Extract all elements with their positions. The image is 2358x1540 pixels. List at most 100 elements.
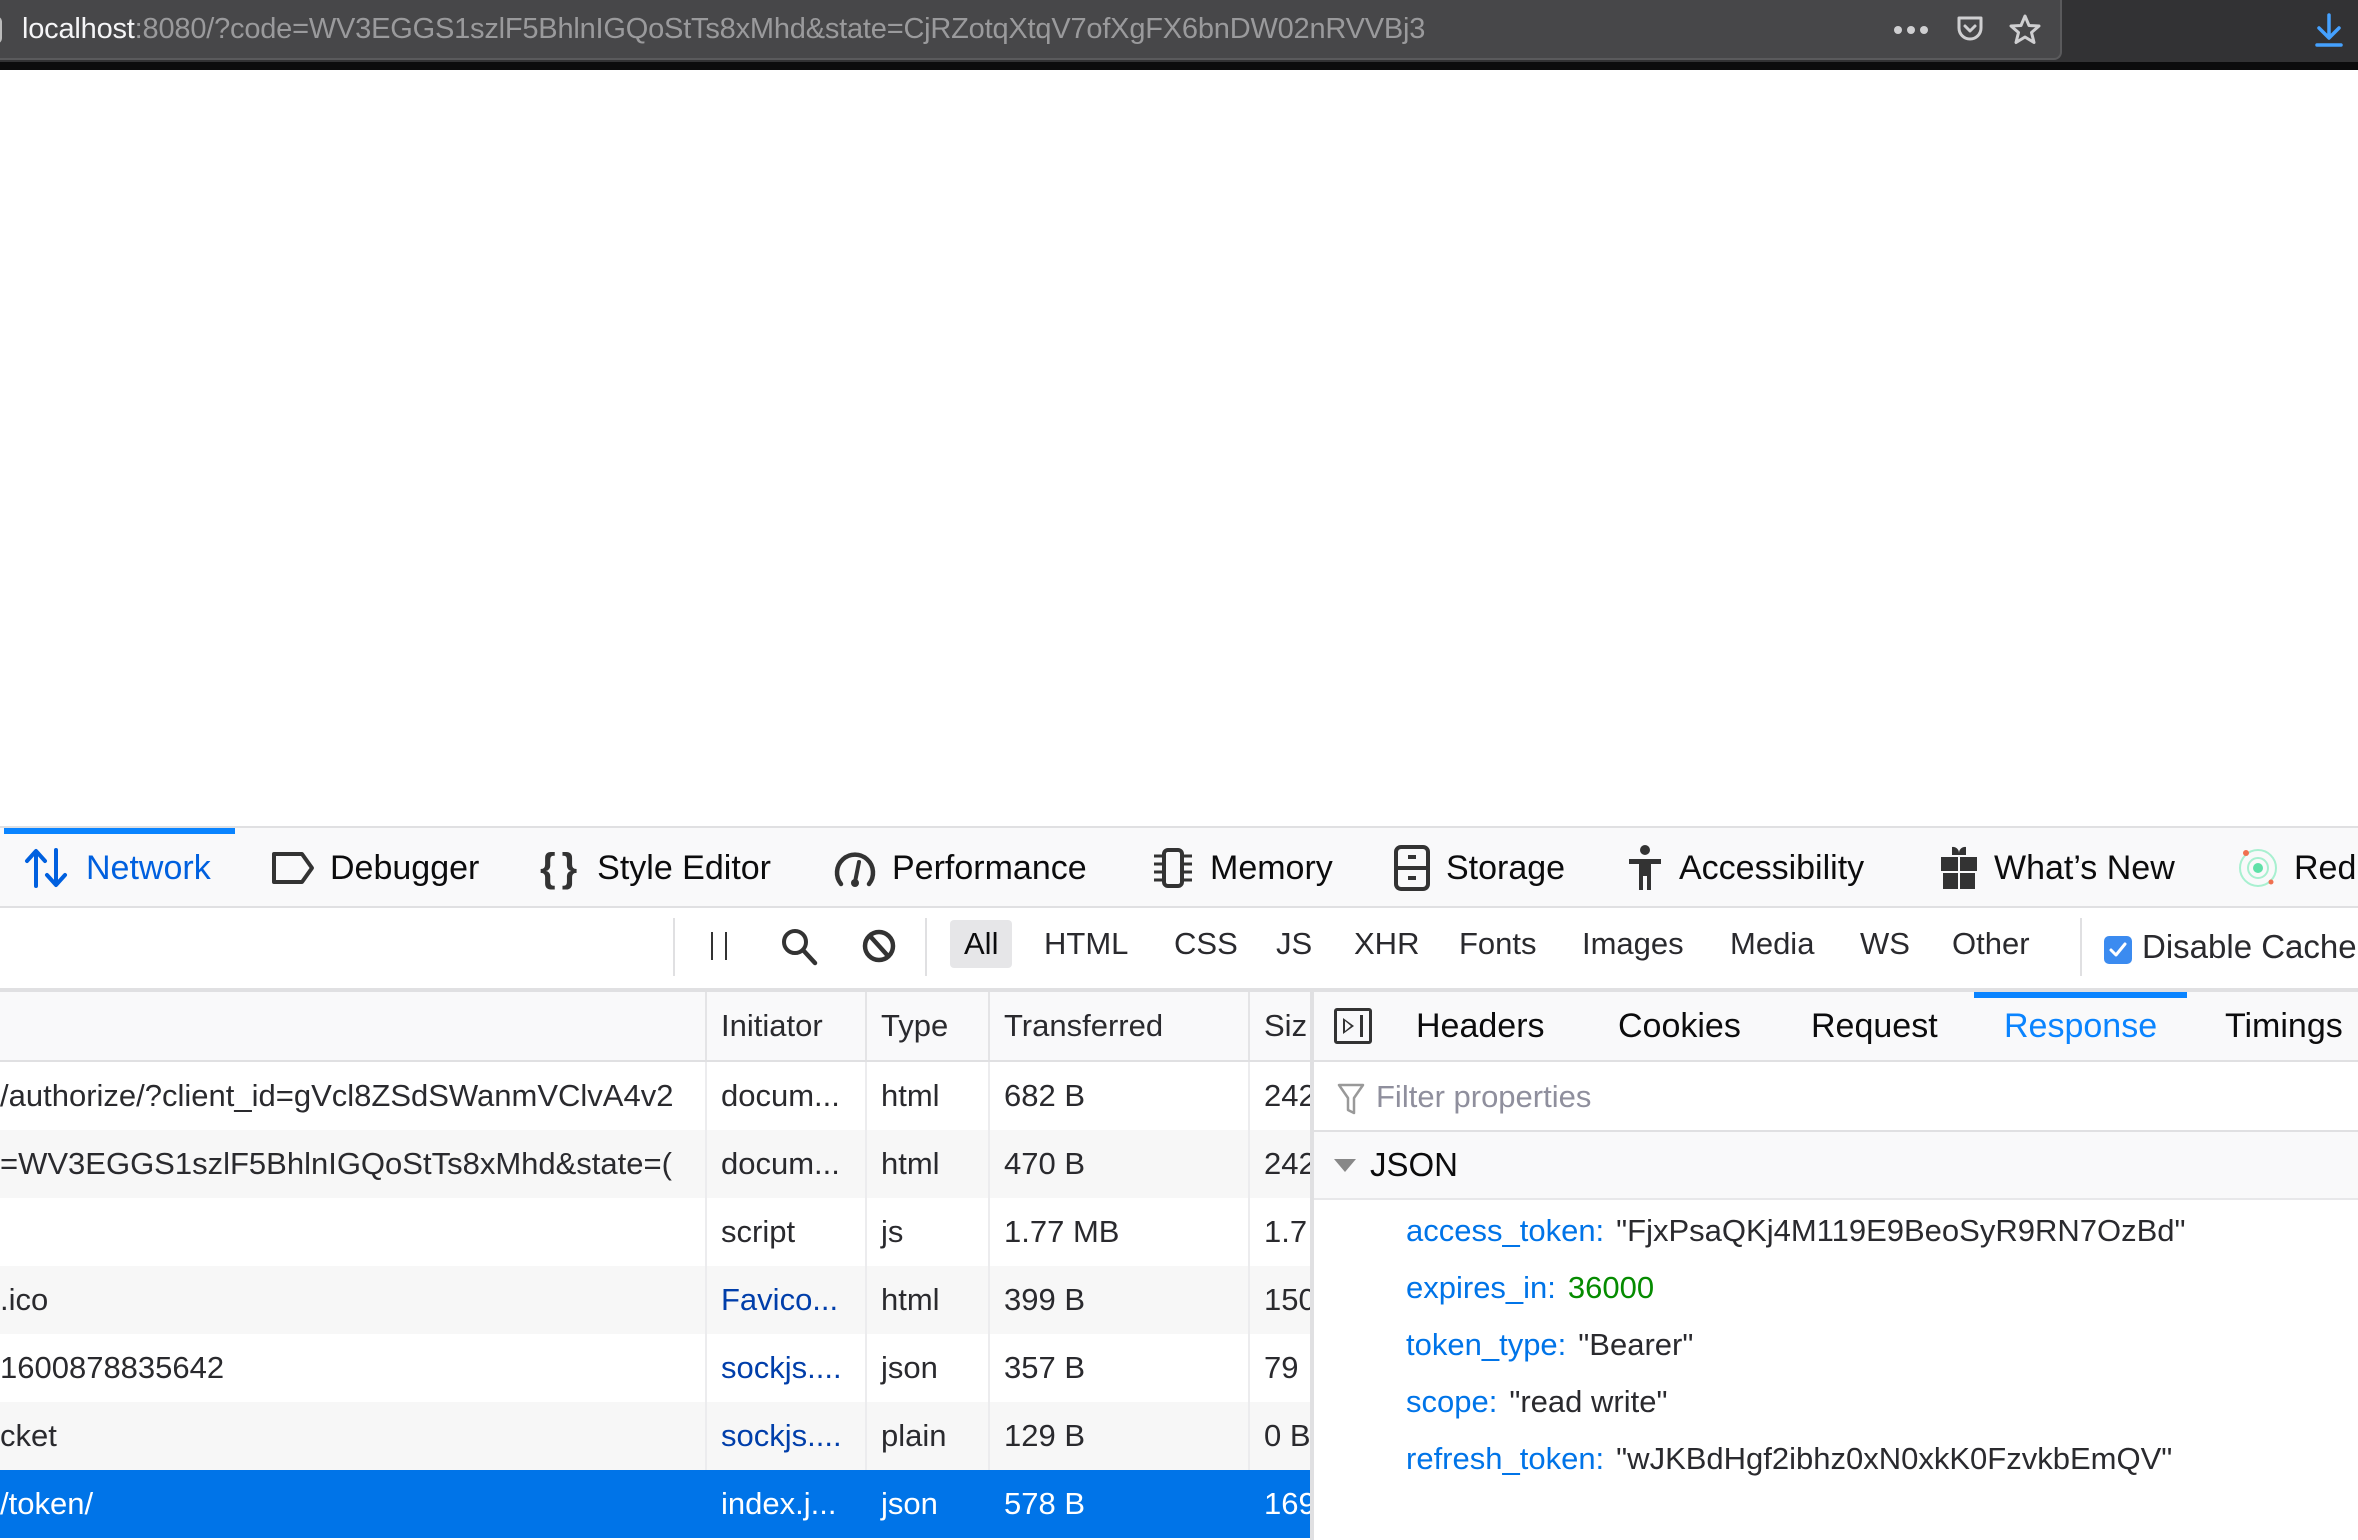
- tab-label: Style Editor: [597, 848, 771, 887]
- tab-debugger[interactable]: Debugger: [270, 828, 479, 908]
- request-row[interactable]: 1600878835642 sockjs.... json 357 B 79: [0, 1334, 1310, 1402]
- json-property-row[interactable]: refresh_token: "wJKBdHgf2ibhz0xN0xkK0Fzvk…: [1406, 1430, 2172, 1487]
- filter-other[interactable]: Other: [1938, 920, 2044, 968]
- disable-cache-checkbox[interactable]: [2104, 936, 2132, 964]
- tab-cookies[interactable]: Cookies: [1618, 992, 1741, 1060]
- url-bar[interactable]: localhost:8080/?code=WV3EGGS1szlF5BhlnIG…: [0, 0, 2062, 60]
- tab-label: Network: [86, 848, 211, 887]
- request-row[interactable]: /token/index.j...json578 B169: [0, 1470, 1310, 1538]
- request-list-header: Initiator Type Transferred Siz: [0, 992, 1310, 1062]
- search-button[interactable]: [776, 918, 822, 974]
- request-type: json: [865, 1470, 988, 1538]
- json-key: expires_in:: [1406, 1269, 1556, 1305]
- toolbar-separator: [673, 918, 675, 976]
- json-value: "wJKBdHgf2ibhz0xN0xkK0FzvkbEmQV": [1616, 1440, 2173, 1476]
- request-type: html: [865, 1062, 988, 1130]
- tab-label: Red: [2294, 848, 2357, 887]
- tab-memory[interactable]: Memory: [1150, 828, 1333, 908]
- pause-button[interactable]: [698, 918, 740, 974]
- braces-icon: {}: [540, 845, 584, 890]
- request-row[interactable]: cket sockjs.... plain 129 B0 B: [0, 1402, 1310, 1470]
- bookmark-star-icon[interactable]: [2008, 13, 2042, 46]
- json-key: token_type:: [1406, 1326, 1567, 1362]
- lock-icon[interactable]: [0, 16, 2, 44]
- filter-ws[interactable]: WS: [1846, 920, 1924, 968]
- column-header-file[interactable]: [0, 992, 705, 1060]
- request-size: 79: [1248, 1334, 1310, 1402]
- json-value: 36000: [1567, 1269, 1655, 1305]
- json-value: "FjxPsaQKj4M119E9BeoSyR9RN7OzBd": [1616, 1212, 2186, 1248]
- filter-all[interactable]: All: [950, 920, 1013, 968]
- storage-cabinet-icon: [1392, 844, 1432, 892]
- request-initiator: docum...: [705, 1062, 865, 1130]
- column-header-transferred[interactable]: Transferred: [988, 992, 1248, 1060]
- pocket-icon[interactable]: [1955, 14, 1985, 44]
- request-transferred: 682 B: [988, 1062, 1248, 1130]
- request-details-panel: Headers Cookies Request Response Timings…: [1314, 992, 2358, 1540]
- download-icon[interactable]: [2312, 12, 2346, 48]
- request-row[interactable]: script js 1.77 MB 1.7: [0, 1198, 1310, 1266]
- filter-css[interactable]: CSS: [1160, 920, 1252, 968]
- request-name: /token/: [0, 1486, 94, 1521]
- tab-label: Debugger: [330, 848, 480, 887]
- gift-icon: [1938, 845, 1980, 891]
- accessibility-person-icon: [1625, 844, 1665, 892]
- disable-cache-label[interactable]: Disable Cache: [2142, 928, 2357, 966]
- filter-funnel-icon: [1337, 1083, 1365, 1115]
- request-transferred: 470 B: [988, 1130, 1248, 1198]
- filter-fonts[interactable]: Fonts: [1445, 920, 1551, 968]
- tab-timings[interactable]: Timings: [2225, 992, 2343, 1060]
- json-value: "read write": [1509, 1383, 1668, 1419]
- request-initiator[interactable]: sockjs....: [705, 1402, 865, 1470]
- request-transferred: 578 B: [988, 1470, 1248, 1538]
- json-property-row[interactable]: access_token: "FjxPsaQKj4M119E9BeoSyR9RN7…: [1406, 1202, 2186, 1259]
- json-property-row[interactable]: token_type: "Bearer": [1406, 1316, 1693, 1373]
- request-type: plain: [865, 1402, 988, 1470]
- request-initiator: script: [705, 1198, 865, 1266]
- json-property-row[interactable]: expires_in: 36000: [1406, 1259, 1654, 1316]
- tab-performance[interactable]: Performance: [832, 828, 1087, 908]
- tab-style-editor[interactable]: {} Style Editor: [540, 828, 771, 908]
- tab-request[interactable]: Request: [1811, 992, 1938, 1060]
- filter-media[interactable]: Media: [1716, 920, 1828, 968]
- column-header-size[interactable]: Siz: [1248, 992, 1310, 1060]
- filter-js[interactable]: JS: [1262, 920, 1326, 968]
- request-initiator[interactable]: index.j...: [705, 1470, 865, 1538]
- request-row[interactable]: /authorize/?client_id=gVcl8ZSdSWanmVClvA…: [0, 1062, 1310, 1130]
- browser-toolbar: localhost:8080/?code=WV3EGGS1szlF5BhlnIG…: [0, 0, 2358, 70]
- column-header-type[interactable]: Type: [865, 992, 988, 1060]
- request-type: json: [865, 1334, 988, 1402]
- filter-properties-input[interactable]: [1376, 1072, 2336, 1122]
- json-section-toggle[interactable]: JSON: [1314, 1132, 2358, 1200]
- tab-storage[interactable]: Storage: [1392, 828, 1565, 908]
- filter-images[interactable]: Images: [1568, 920, 1698, 968]
- column-header-initiator[interactable]: Initiator: [705, 992, 865, 1060]
- tab-headers[interactable]: Headers: [1416, 992, 1545, 1060]
- tab-accessibility[interactable]: Accessibility: [1625, 828, 1864, 908]
- request-name: [0, 1198, 705, 1266]
- redux-atom-icon: [2236, 845, 2280, 891]
- request-size: 169: [1248, 1470, 1310, 1538]
- clear-button[interactable]: [857, 918, 901, 974]
- tab-label: Performance: [892, 848, 1087, 887]
- more-actions-icon[interactable]: [1894, 26, 1928, 34]
- request-initiator: docum...: [705, 1130, 865, 1198]
- tab-redux[interactable]: Red: [2236, 828, 2356, 908]
- filter-html[interactable]: HTML: [1030, 920, 1142, 968]
- tab-label: Accessibility: [1679, 848, 1865, 887]
- tab-response[interactable]: Response: [1973, 992, 2188, 1060]
- tab-network[interactable]: Network: [4, 828, 235, 908]
- debugger-icon: [270, 850, 316, 886]
- request-row[interactable]: =WV3EGGS1szlF5BhlnIGQoStTs8xMhd&state=(d…: [0, 1130, 1310, 1198]
- request-row[interactable]: .ico Favico...html399 B150: [0, 1266, 1310, 1334]
- url-text[interactable]: localhost:8080/?code=WV3EGGS1szlF5BhlnIG…: [22, 13, 1425, 46]
- request-initiator[interactable]: Favico...: [705, 1266, 865, 1334]
- url-host: localhost: [22, 13, 135, 45]
- request-name: /authorize/?client_id=gVcl8ZSdSWanmVClvA…: [0, 1078, 674, 1113]
- toggle-sidebar-button[interactable]: [1334, 1008, 1372, 1044]
- devtools-tabbar: Network Debugger {} Style Editor Perform…: [0, 826, 2358, 908]
- filter-xhr[interactable]: XHR: [1340, 920, 1433, 968]
- tab-whats-new[interactable]: What’s New: [1938, 828, 2175, 908]
- request-initiator[interactable]: sockjs....: [705, 1334, 865, 1402]
- json-property-row[interactable]: scope: "read write": [1406, 1373, 1667, 1430]
